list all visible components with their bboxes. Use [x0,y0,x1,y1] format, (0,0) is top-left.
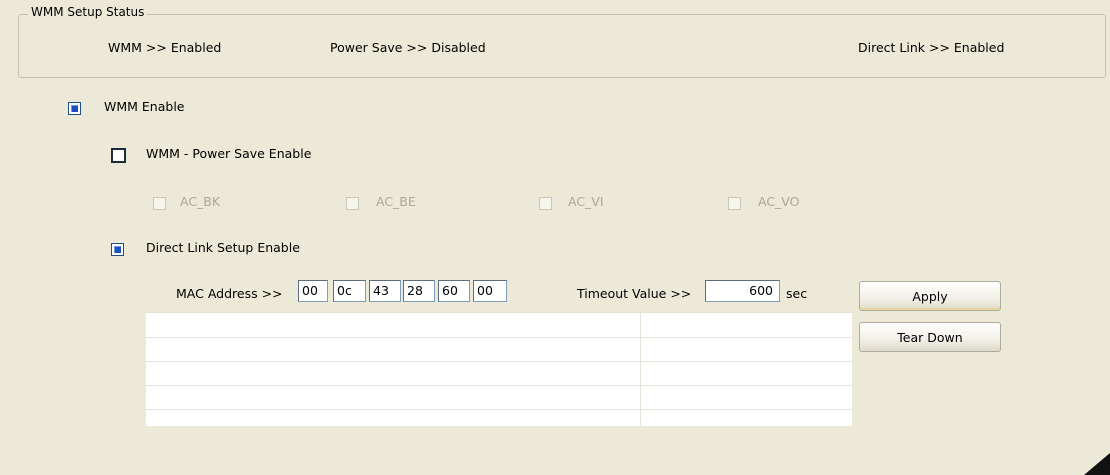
ac-vo-label: AC_VO [758,194,800,209]
timeout-label: Timeout Value >> [577,286,692,301]
ac-be-label: AC_BE [376,194,416,209]
direct-link-enable-checkbox[interactable] [111,243,124,256]
ac-bk-checkbox[interactable] [153,197,166,210]
ac-vo-checkbox[interactable] [728,197,741,210]
ac-be-checkbox[interactable] [346,197,359,210]
timeout-value-field[interactable]: 600 [705,280,780,302]
mac-octet-6-field[interactable]: 00 [473,280,507,302]
direct-link-enable-label: Direct Link Setup Enable [146,240,300,255]
table-column-divider [640,313,641,426]
mac-octet-5-field[interactable]: 60 [438,280,470,302]
table-row-divider [146,361,852,362]
mac-octet-2-field[interactable]: 0c [333,280,366,302]
table-row-divider [146,337,852,338]
timeout-unit-label: sec [786,286,808,301]
table-row-divider [146,409,852,410]
mac-address-label: MAC Address >> [176,286,283,301]
mac-octet-4-field[interactable]: 28 [403,280,435,302]
ac-vi-label: AC_VI [568,194,604,209]
tear-down-button[interactable]: Tear Down [859,322,1001,352]
group-title: WMM Setup Status [28,5,148,19]
mac-octet-1-field[interactable]: 00 [298,280,328,302]
wmm-enable-checkbox[interactable] [68,102,81,115]
wmm-status-text: WMM >> Enabled [108,40,222,55]
table-row-divider [146,385,852,386]
power-save-status-text: Power Save >> Disabled [330,40,486,55]
ac-vi-checkbox[interactable] [539,197,552,210]
direct-link-table[interactable] [146,312,852,426]
ac-bk-label: AC_BK [180,194,221,209]
resize-corner-icon [1084,453,1110,475]
apply-button[interactable]: Apply [859,281,1001,311]
mac-octet-3-field[interactable]: 43 [369,280,401,302]
power-save-enable-label: WMM - Power Save Enable [146,146,312,161]
power-save-enable-checkbox[interactable] [111,148,126,163]
wmm-enable-label: WMM Enable [104,99,185,114]
direct-link-status-text: Direct Link >> Enabled [858,40,1005,55]
